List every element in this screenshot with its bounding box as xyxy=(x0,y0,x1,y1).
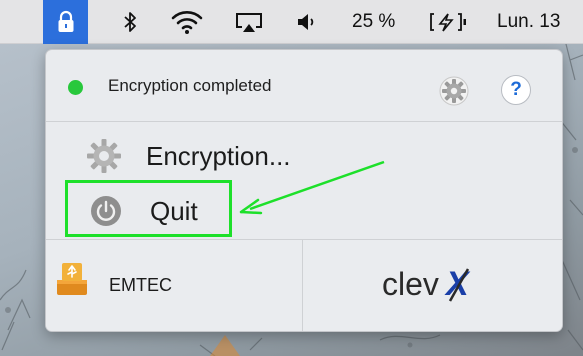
airplay-icon[interactable] xyxy=(228,0,270,44)
volume-icon[interactable] xyxy=(292,0,322,44)
encryption-menu-label: Encryption... xyxy=(146,140,291,171)
encryption-menu-item[interactable]: Encryption... xyxy=(86,136,386,176)
usb-drive-icon xyxy=(57,263,87,295)
quit-menu-item[interactable]: Quit xyxy=(86,190,256,232)
svg-text:clev: clev xyxy=(382,266,439,302)
device-name: EMTEC xyxy=(109,275,172,295)
status-indicator xyxy=(68,80,83,95)
battery-percent[interactable]: 25 % xyxy=(352,0,395,44)
encryption-popover: Encryption completed ? Encryption... Qui… xyxy=(45,49,563,332)
footer-divider xyxy=(302,240,303,331)
wifi-icon[interactable] xyxy=(167,0,207,44)
gear-icon xyxy=(439,76,469,106)
clevx-logo: clev X xyxy=(382,265,471,303)
status-text: Encryption completed xyxy=(108,76,272,95)
status-row: Encryption completed ? xyxy=(46,50,562,114)
help-button[interactable]: ? xyxy=(501,75,531,105)
quit-menu-label: Quit xyxy=(150,195,198,226)
gear-icon xyxy=(87,139,121,173)
power-icon xyxy=(91,196,121,226)
battery-charging-icon[interactable] xyxy=(424,0,474,44)
settings-gear-button[interactable] xyxy=(439,76,469,106)
bluetooth-icon[interactable] xyxy=(113,0,147,44)
lock-icon xyxy=(58,10,73,32)
clock[interactable]: Lun. 13 xyxy=(497,0,560,44)
divider xyxy=(46,121,562,122)
menu-bar: 25 % Lun. 13 xyxy=(0,0,583,44)
encryption-menu-extra[interactable] xyxy=(43,0,88,44)
